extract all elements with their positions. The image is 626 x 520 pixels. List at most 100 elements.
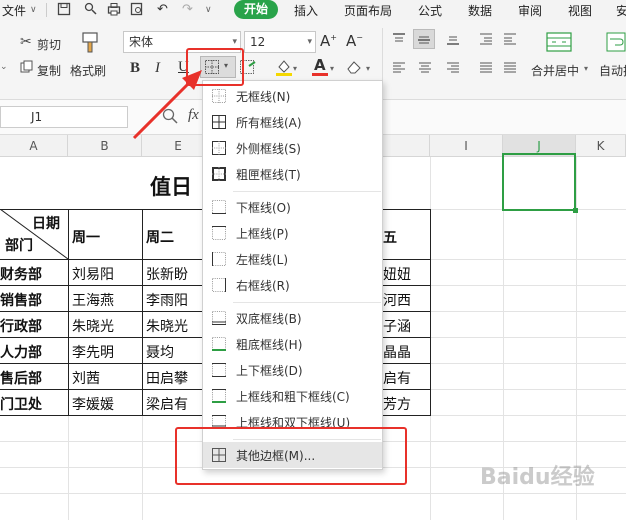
align-bottom-icon[interactable] bbox=[446, 32, 460, 50]
duty-cell[interactable]: 李先明 bbox=[72, 342, 114, 362]
selected-cell-j1[interactable] bbox=[502, 153, 578, 213]
merge-cells-icon[interactable] bbox=[546, 32, 572, 56]
duty-cell[interactable]: 芳方 bbox=[383, 394, 411, 414]
quick-access-dropdown-icon[interactable]: ∨ bbox=[205, 5, 212, 15]
font-color-button[interactable]: A bbox=[312, 58, 328, 76]
duty-cell[interactable]: 子涵 bbox=[383, 316, 411, 336]
menu-item-bottom-border[interactable]: 下框线(O) bbox=[203, 194, 382, 220]
menu-item-all-borders[interactable]: 所有框线(A) bbox=[203, 109, 382, 135]
chevron-down-icon[interactable]: ▾ bbox=[330, 64, 334, 73]
dept-cell[interactable]: 行政部 bbox=[0, 316, 42, 336]
duty-cell[interactable]: 晶晶 bbox=[383, 342, 411, 362]
chevron-down-icon[interactable]: ∨ bbox=[30, 5, 37, 15]
duty-cell[interactable]: 田启攀 bbox=[146, 368, 188, 388]
tab-start[interactable]: 开始 bbox=[234, 0, 278, 19]
fill-handle[interactable] bbox=[573, 208, 578, 213]
align-middle-icon bbox=[418, 36, 430, 44]
duty-cell[interactable]: 朱晓光 bbox=[72, 316, 114, 336]
undo-icon[interactable]: ↶ bbox=[157, 2, 168, 17]
dept-cell[interactable]: 人力部 bbox=[0, 342, 42, 362]
font-size-select[interactable]: 12 ▾ bbox=[244, 31, 316, 53]
tab-page-layout[interactable]: 页面布局 bbox=[344, 2, 392, 19]
chevron-down-icon[interactable]: ▾ bbox=[293, 64, 297, 73]
align-center-icon[interactable] bbox=[418, 62, 432, 78]
save-icon[interactable] bbox=[57, 2, 71, 20]
gridline bbox=[430, 311, 626, 312]
menu-item-right-border[interactable]: 右框线(R) bbox=[203, 272, 382, 298]
align-right-icon[interactable] bbox=[446, 62, 460, 78]
duty-cell[interactable]: 启有 bbox=[383, 368, 411, 388]
double-bottom-border-icon bbox=[212, 311, 226, 325]
name-box[interactable]: J1 bbox=[0, 106, 128, 128]
copy-button[interactable]: 复制 bbox=[37, 62, 61, 79]
indent-left-icon[interactable] bbox=[479, 32, 493, 50]
merge-center-button[interactable]: 合并居中 bbox=[531, 62, 579, 79]
tab-review[interactable]: 审阅 bbox=[518, 2, 542, 19]
font-name-value: 宋体 bbox=[129, 35, 154, 49]
justify-icon[interactable] bbox=[479, 62, 493, 78]
format-painter-button[interactable]: 格式刷 bbox=[70, 62, 106, 79]
menu-item-top-thick-bottom-border[interactable]: 上框线和粗下框线(C) bbox=[203, 383, 382, 409]
scissors-icon[interactable]: ✂ bbox=[20, 34, 32, 50]
brush-icon[interactable] bbox=[80, 32, 100, 58]
distributed-align-icon[interactable] bbox=[503, 62, 517, 78]
menu-item-label: 外侧框线(S) bbox=[236, 142, 301, 156]
menu-item-thick-bottom-border[interactable]: 粗底框线(H) bbox=[203, 331, 382, 357]
format-painter-icon[interactable] bbox=[84, 2, 98, 20]
align-top-icon[interactable] bbox=[392, 32, 406, 50]
duty-cell[interactable]: 聂均 bbox=[146, 342, 174, 362]
align-middle-button[interactable] bbox=[413, 29, 435, 49]
menu-item-top-border[interactable]: 上框线(P) bbox=[203, 220, 382, 246]
top-border-icon bbox=[212, 226, 226, 240]
tab-security[interactable]: 安 bbox=[616, 2, 626, 19]
grow-font-button[interactable]: A+ bbox=[320, 32, 337, 50]
duty-cell[interactable]: 张新盼 bbox=[146, 264, 188, 284]
auto-wrap-button[interactable]: 自动换 bbox=[599, 62, 626, 79]
column-header-a[interactable]: A bbox=[0, 135, 68, 157]
cut-button[interactable]: 剪切 bbox=[37, 36, 61, 53]
dept-cell[interactable]: 财务部 bbox=[0, 264, 42, 284]
menu-item-outside-borders[interactable]: 外侧框线(S) bbox=[203, 135, 382, 161]
duty-cell[interactable]: 刘易阳 bbox=[72, 264, 114, 284]
duty-cell[interactable]: 王海燕 bbox=[72, 290, 114, 310]
menu-file[interactable]: 文件 bbox=[2, 2, 26, 19]
eraser-icon[interactable] bbox=[346, 60, 362, 78]
column-header-k[interactable]: K bbox=[576, 135, 626, 157]
wrap-text-icon[interactable] bbox=[606, 32, 626, 56]
menu-item-top-bottom-border[interactable]: 上下框线(D) bbox=[203, 357, 382, 383]
column-header-i[interactable]: I bbox=[430, 135, 503, 157]
duty-cell[interactable]: 李媛媛 bbox=[72, 394, 114, 414]
shrink-font-button[interactable]: A− bbox=[346, 32, 363, 50]
print-icon[interactable] bbox=[107, 2, 121, 20]
outside-borders-icon bbox=[212, 141, 226, 155]
menu-item-double-bottom-border[interactable]: 双底框线(B) bbox=[203, 305, 382, 331]
dept-cell[interactable]: 门卫处 bbox=[0, 394, 42, 414]
dept-cell[interactable]: 售后部 bbox=[0, 368, 42, 388]
dept-cell[interactable]: 销售部 bbox=[0, 290, 42, 310]
menu-item-label: 下框线(O) bbox=[236, 201, 291, 215]
menu-item-left-border[interactable]: 左框线(L) bbox=[203, 246, 382, 272]
duty-cell[interactable]: 朱晓光 bbox=[146, 316, 188, 336]
duty-cell[interactable]: 刘茜 bbox=[72, 368, 100, 388]
tab-data[interactable]: 数据 bbox=[468, 2, 492, 19]
menu-item-no-border[interactable]: 无框线(N) bbox=[203, 83, 382, 109]
tab-insert[interactable]: 插入 bbox=[294, 2, 318, 19]
table-border bbox=[68, 209, 69, 416]
menu-item-thick-box-border[interactable]: 粗匣框线(T) bbox=[203, 161, 382, 187]
redo-icon[interactable]: ↷ bbox=[182, 2, 193, 17]
tab-view[interactable]: 视图 bbox=[568, 2, 592, 19]
duty-cell[interactable]: 梁启有 bbox=[146, 394, 188, 414]
duty-cell[interactable]: 妞妞 bbox=[383, 264, 411, 284]
gridline bbox=[430, 285, 626, 286]
chevron-down-icon[interactable]: ▾ bbox=[584, 64, 588, 73]
fill-color-icon[interactable] bbox=[275, 58, 293, 80]
chevron-down-icon[interactable]: ⌄ bbox=[0, 62, 8, 72]
duty-cell[interactable]: 河西 bbox=[383, 290, 411, 310]
copy-icon[interactable] bbox=[20, 60, 33, 77]
tab-formula[interactable]: 公式 bbox=[418, 2, 442, 19]
print-preview-icon[interactable] bbox=[130, 2, 144, 20]
align-left-icon[interactable] bbox=[392, 62, 406, 78]
chevron-down-icon[interactable]: ▾ bbox=[366, 64, 370, 73]
indent-right-icon[interactable] bbox=[503, 32, 517, 50]
duty-cell[interactable]: 李雨阳 bbox=[146, 290, 188, 310]
